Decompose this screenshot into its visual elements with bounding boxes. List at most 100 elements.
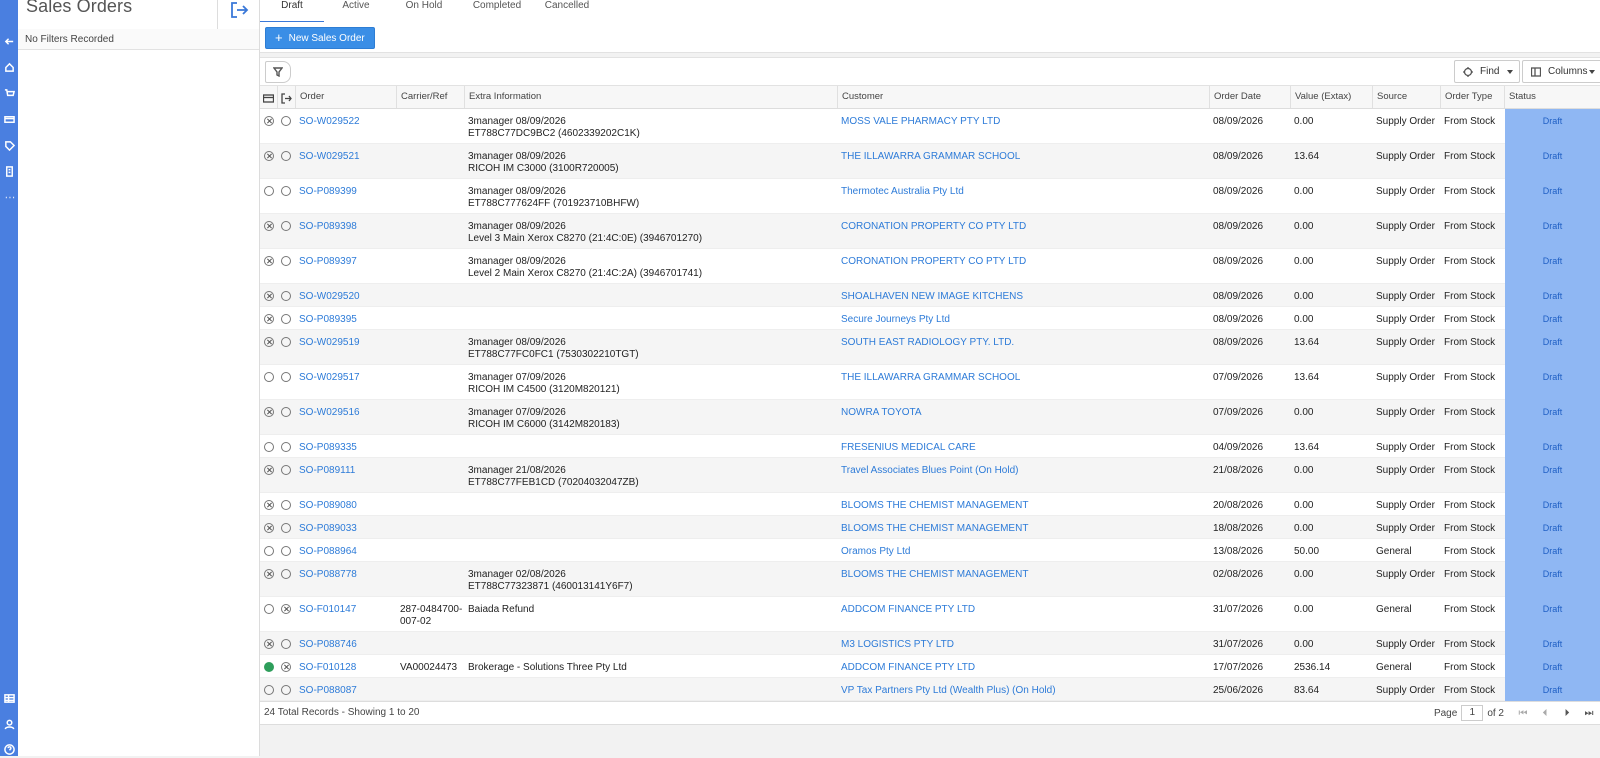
circle-icon[interactable] — [281, 314, 291, 324]
circle-icon[interactable] — [281, 685, 291, 695]
circle-icon[interactable] — [281, 221, 291, 231]
header-extra-information[interactable]: Extra Information — [465, 86, 838, 108]
building-icon[interactable] — [0, 162, 18, 180]
circle-x-icon[interactable] — [264, 291, 274, 301]
table-row[interactable]: SO-F010147 287-0484700- 007-02 Baiada Refu… — [260, 597, 1600, 632]
order-link[interactable]: SO-P089080 — [299, 500, 357, 512]
next-page-icon[interactable]: ⏵ — [1556, 708, 1578, 719]
customer-link[interactable]: THE ILLAWARRA GRAMMAR SCHOOL — [841, 151, 1020, 163]
circle-icon[interactable] — [281, 337, 291, 347]
circle-x-icon[interactable] — [264, 314, 274, 324]
table-row[interactable]: SO-F010128 VA00024473 Brokerage - Solution… — [260, 655, 1600, 678]
table-row[interactable]: SO-P089111 3manager 21/08/2026 ET788C77FEB… — [260, 458, 1600, 493]
customer-link[interactable]: FRESENIUS MEDICAL CARE — [841, 442, 976, 454]
circle-icon[interactable] — [264, 685, 274, 695]
order-link[interactable]: SO-P089335 — [299, 442, 357, 454]
table-row[interactable]: SO-P089395 Secure Journeys Pty Ltd 08/09/2… — [260, 307, 1600, 330]
order-link[interactable]: SO-P089395 — [299, 314, 357, 326]
circle-icon[interactable] — [281, 116, 291, 126]
header-carrier-ref[interactable]: Carrier/Ref — [397, 86, 465, 108]
circle-x-icon[interactable] — [264, 523, 274, 533]
last-page-icon[interactable]: ⏭ — [1578, 708, 1600, 719]
home-icon[interactable] — [0, 58, 18, 76]
customer-link[interactable]: SOUTH EAST RADIOLOGY PTY. LTD. — [841, 337, 1014, 349]
order-link[interactable]: SO-P088087 — [299, 685, 357, 697]
circle-icon[interactable] — [281, 523, 291, 533]
circle-x-icon[interactable] — [264, 569, 274, 579]
table-row[interactable]: SO-W029522 3manager 08/09/2026 ET788C77DC9… — [260, 109, 1600, 144]
circle-icon[interactable] — [281, 500, 291, 510]
circle-icon[interactable] — [264, 604, 274, 614]
circle-icon[interactable] — [281, 465, 291, 475]
circle-x-icon[interactable] — [264, 221, 274, 231]
customer-link[interactable]: CORONATION PROPERTY CO PTY LTD — [841, 256, 1026, 268]
order-link[interactable]: SO-W029517 — [299, 372, 360, 384]
order-link[interactable]: SO-P089397 — [299, 256, 357, 268]
circle-x-icon[interactable] — [264, 116, 274, 126]
tab-active[interactable]: Active — [330, 0, 382, 21]
order-link[interactable]: SO-W029522 — [299, 116, 360, 128]
table-row[interactable]: SO-W029517 3manager 07/09/2026 RICOH IM C4… — [260, 365, 1600, 400]
customer-link[interactable]: Oramos Pty Ltd — [841, 546, 910, 558]
order-link[interactable]: SO-F010128 — [299, 662, 356, 674]
green-dot-icon[interactable] — [264, 662, 274, 672]
back-arrow-icon[interactable] — [0, 32, 18, 50]
find-button[interactable]: Find — [1454, 60, 1520, 83]
circle-icon[interactable] — [281, 407, 291, 417]
customer-link[interactable]: THE ILLAWARRA GRAMMAR SCHOOL — [841, 372, 1020, 384]
circle-icon[interactable] — [281, 569, 291, 579]
circle-icon[interactable] — [264, 372, 274, 382]
order-link[interactable]: SO-W029519 — [299, 337, 360, 349]
table-row[interactable]: SO-W029516 3manager 07/09/2026 RICOH IM C6… — [260, 400, 1600, 435]
table-row[interactable]: SO-W029521 3manager 08/09/2026 RICOH IM C3… — [260, 144, 1600, 179]
circle-x-icon[interactable] — [264, 407, 274, 417]
header-order[interactable]: Order — [296, 86, 397, 108]
header-order-date[interactable]: Order Date — [1210, 86, 1291, 108]
circle-x-icon[interactable] — [264, 500, 274, 510]
circle-x-icon[interactable] — [264, 639, 274, 649]
tab-cancelled[interactable]: Cancelled — [532, 0, 602, 21]
order-link[interactable]: SO-W029520 — [299, 291, 360, 303]
more-icon[interactable] — [0, 188, 18, 206]
customer-link[interactable]: MOSS VALE PHARMACY PTY LTD — [841, 116, 1000, 128]
tab-on-hold[interactable]: On Hold — [396, 0, 452, 21]
circle-icon[interactable] — [281, 372, 291, 382]
order-link[interactable]: SO-W029516 — [299, 407, 360, 419]
tab-draft[interactable]: Draft — [260, 0, 324, 23]
grid-icon[interactable] — [0, 689, 18, 707]
customer-link[interactable]: BLOOMS THE CHEMIST MANAGEMENT — [841, 500, 1028, 512]
table-row[interactable]: SO-P089080 BLOOMS THE CHEMIST MANAGEMENT 2… — [260, 493, 1600, 516]
table-row[interactable]: SO-P089033 BLOOMS THE CHEMIST MANAGEMENT 1… — [260, 516, 1600, 539]
customer-link[interactable]: Travel Associates Blues Point (On Hold) — [841, 465, 1018, 477]
header-value-extax[interactable]: Value (Extax) — [1291, 86, 1373, 108]
circle-x-icon[interactable] — [264, 337, 274, 347]
page-input[interactable]: 1 — [1461, 705, 1484, 721]
header-customer[interactable]: Customer — [838, 86, 1210, 108]
table-row[interactable]: SO-W029520 SHOALHAVEN NEW IMAGE KITCHENS 0… — [260, 284, 1600, 307]
header-order-type[interactable]: Order Type — [1441, 86, 1505, 108]
circle-icon[interactable] — [281, 186, 291, 196]
customer-link[interactable]: SHOALHAVEN NEW IMAGE KITCHENS — [841, 291, 1023, 303]
prev-page-icon[interactable]: ⏴ — [1534, 708, 1556, 719]
order-link[interactable]: SO-P088746 — [299, 639, 357, 651]
table-row[interactable]: SO-P088964 Oramos Pty Ltd 13/08/2026 50.00 G… — [260, 539, 1600, 562]
exit-panel-button[interactable] — [226, 0, 252, 20]
table-row[interactable]: SO-P089399 3manager 08/09/2026 ET788C77762… — [260, 179, 1600, 214]
first-page-icon[interactable]: ⏮ — [1512, 708, 1534, 719]
cart-icon[interactable] — [0, 84, 18, 102]
customer-link[interactable]: BLOOMS THE CHEMIST MANAGEMENT — [841, 523, 1028, 535]
circle-icon[interactable] — [281, 639, 291, 649]
customer-link[interactable]: Secure Journeys Pty Ltd — [841, 314, 950, 326]
circle-x-icon[interactable] — [264, 151, 274, 161]
circle-icon[interactable] — [264, 186, 274, 196]
customer-link[interactable]: NOWRA TOYOTA — [841, 407, 922, 419]
table-row[interactable]: SO-P088778 3manager 02/08/2026 ET788C77323… — [260, 562, 1600, 597]
header-source[interactable]: Source — [1373, 86, 1441, 108]
customer-link[interactable]: CORONATION PROPERTY CO PTY LTD — [841, 221, 1026, 233]
customer-link[interactable]: BLOOMS THE CHEMIST MANAGEMENT — [841, 569, 1028, 581]
table-row[interactable]: SO-P089398 3manager 08/09/2026 Level 3 Mai… — [260, 214, 1600, 249]
circle-icon[interactable] — [264, 546, 274, 556]
circle-x-icon[interactable] — [281, 604, 291, 614]
order-link[interactable]: SO-P088964 — [299, 546, 357, 558]
table-row[interactable]: SO-W029519 3manager 08/09/2026 ET788C77FC0… — [260, 330, 1600, 365]
